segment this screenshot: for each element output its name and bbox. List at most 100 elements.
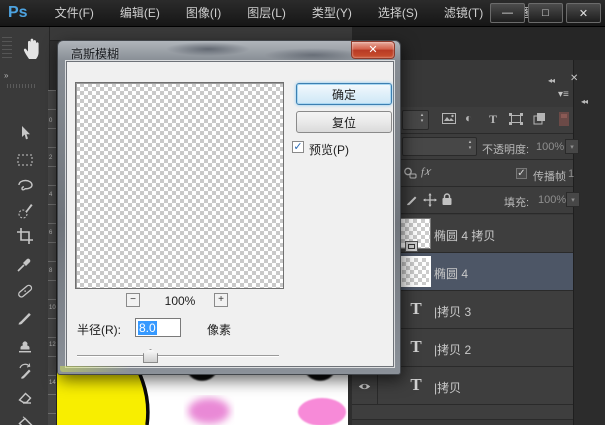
- menu-bar: Ps 文件(F) 编辑(E) 图像(I) 图层(L) 类型(Y) 选择(S) 滤…: [0, 0, 605, 27]
- zoom-out-button[interactable]: −: [126, 293, 140, 307]
- opacity-value[interactable]: 100%: [536, 141, 564, 153]
- paint-bucket-tool-icon[interactable]: [14, 414, 36, 425]
- move-tool-icon[interactable]: [14, 123, 36, 145]
- filter-shape-icon[interactable]: [509, 113, 523, 125]
- propagate-frame-value: 1: [568, 168, 574, 180]
- fill-dropdown-arrow[interactable]: ▾: [566, 192, 580, 207]
- radius-slider-track[interactable]: [77, 355, 279, 357]
- hand-icon: [22, 35, 46, 61]
- ruler-mark: 4: [49, 192, 57, 198]
- layer-name[interactable]: 椭圆 4: [434, 265, 468, 282]
- toolbar-expand-icon[interactable]: »: [4, 71, 7, 80]
- quick-selection-tool-icon[interactable]: [14, 200, 36, 222]
- lock-position-icon[interactable]: [423, 193, 437, 207]
- filter-type-icon[interactable]: T: [489, 112, 497, 126]
- blur-preview-area[interactable]: [75, 82, 284, 289]
- lock-all-icon[interactable]: [441, 192, 453, 206]
- crop-tool-icon[interactable]: [14, 225, 36, 247]
- panel-close-icon[interactable]: ✕: [570, 73, 578, 84]
- propagate-frame-label: 传播帧: [533, 168, 566, 184]
- fill-value[interactable]: 100%: [538, 194, 566, 206]
- document-canvas: [57, 368, 348, 425]
- propagate-frame-checkbox[interactable]: ✓: [516, 168, 527, 179]
- menu-edit[interactable]: 编辑(E): [107, 0, 173, 26]
- tools-panel: »: [0, 27, 50, 425]
- ruler-mark: 0: [49, 118, 57, 124]
- layer-name[interactable]: |拷贝: [434, 379, 461, 396]
- layer-name[interactable]: |拷贝 2: [434, 341, 471, 358]
- lock-brush-icon[interactable]: [405, 193, 419, 207]
- layer-name[interactable]: |拷贝 3: [434, 303, 471, 320]
- radius-value-selected: 8.0: [138, 321, 157, 335]
- clone-stamp-tool-icon[interactable]: [14, 335, 36, 357]
- toolbar-grip-dots: [7, 84, 37, 88]
- opacity-label: 不透明度:: [482, 141, 529, 157]
- spot-healing-brush-tool-icon[interactable]: [14, 280, 36, 302]
- radius-input[interactable]: 8.0: [135, 318, 181, 337]
- vertical-ruler: 0 2 4 6 8 10 12 14: [48, 90, 57, 425]
- rectangular-marquee-tool-icon[interactable]: [14, 149, 36, 171]
- layer-row-partial: [352, 405, 573, 420]
- panel-menu-icon[interactable]: ▾≡: [558, 89, 569, 100]
- panel-collapse-icon[interactable]: ◂◂: [548, 76, 554, 85]
- fill-label: 填充:: [504, 194, 529, 210]
- ruler-mark: 10: [49, 305, 57, 311]
- ruler-mark: 8: [49, 268, 57, 274]
- preview-checkbox-label: 预览(P): [309, 141, 349, 158]
- filter-toggle-icon[interactable]: [559, 112, 569, 126]
- filter-adjustment-icon[interactable]: ◐: [465, 111, 472, 125]
- filter-kind-dropdown[interactable]: ▴▾: [402, 110, 429, 130]
- layer-thumbnail[interactable]: [400, 218, 431, 249]
- radius-unit-label: 像素: [207, 321, 231, 338]
- ruler-mark: 12: [49, 342, 57, 348]
- left-cheek-blurred: [188, 398, 230, 424]
- menu-type[interactable]: 类型(Y): [299, 0, 365, 26]
- ps-logo: Ps: [8, 4, 28, 22]
- ruler-mark: 2: [49, 155, 57, 161]
- brush-tool-icon[interactable]: [14, 307, 36, 329]
- ruler-mark: 6: [49, 230, 57, 236]
- menu-select[interactable]: 选择(S): [365, 0, 431, 26]
- eyedropper-tool-icon[interactable]: [14, 253, 36, 275]
- lasso-tool-icon[interactable]: [14, 175, 36, 197]
- zoom-in-button[interactable]: +: [214, 293, 228, 307]
- vector-mask-badge: [405, 241, 418, 252]
- gaussian-blur-dialog: 高斯模糊 ✕ − 100% + 半径(R): 8.0 像素 确定 复位 ✓ 预览…: [57, 40, 401, 375]
- text-layer-icon: T: [404, 375, 428, 395]
- yellow-shape: [57, 368, 148, 425]
- maximize-button[interactable]: □: [528, 3, 563, 23]
- clip-effects-icon[interactable]: [403, 167, 417, 179]
- menu-layer[interactable]: 图层(L): [234, 0, 299, 26]
- eye-icon: [358, 382, 371, 391]
- blend-mode-dropdown[interactable]: ▴▾: [402, 137, 477, 156]
- collapsed-dock-strip: ◂◂: [573, 60, 605, 425]
- opacity-dropdown-arrow[interactable]: ▾: [565, 139, 579, 154]
- dialog-body: − 100% + 半径(R): 8.0 像素 确定 复位 ✓ 预览(P): [66, 61, 394, 367]
- filter-pixel-layer-icon[interactable]: [442, 113, 456, 124]
- ok-button[interactable]: 确定: [296, 83, 392, 105]
- radius-label: 半径(R):: [77, 321, 121, 338]
- radius-slider-thumb[interactable]: [143, 349, 158, 363]
- menu-file[interactable]: 文件(F): [42, 0, 107, 26]
- layer-thumbnail[interactable]: [400, 256, 431, 287]
- panel-grip: [2, 37, 12, 59]
- layer-name[interactable]: 椭圆 4 拷贝: [434, 227, 495, 244]
- minimize-button[interactable]: —: [490, 3, 525, 23]
- close-button[interactable]: ✕: [566, 3, 601, 23]
- right-cheek: [298, 398, 346, 425]
- options-bar: [0, 27, 352, 41]
- eraser-tool-icon[interactable]: [14, 386, 36, 408]
- dialog-title: 高斯模糊: [71, 45, 119, 62]
- history-brush-tool-icon[interactable]: [14, 361, 36, 383]
- preview-checkbox[interactable]: ✓: [292, 141, 304, 153]
- filter-smart-object-icon[interactable]: [533, 113, 546, 125]
- menu-image[interactable]: 图像(I): [173, 0, 234, 26]
- text-layer-icon: T: [404, 299, 428, 319]
- photoshop-window: Ps 文件(F) 编辑(E) 图像(I) 图层(L) 类型(Y) 选择(S) 滤…: [0, 0, 605, 425]
- window-controls: — □ ✕: [490, 3, 601, 23]
- dock-collapse-icon[interactable]: ◂◂: [581, 97, 587, 106]
- fx-link-icon[interactable]: f𝑥: [421, 165, 430, 179]
- dialog-close-button[interactable]: ✕: [351, 41, 395, 59]
- reset-button[interactable]: 复位: [296, 111, 392, 133]
- menu-filter[interactable]: 滤镜(T): [431, 0, 496, 26]
